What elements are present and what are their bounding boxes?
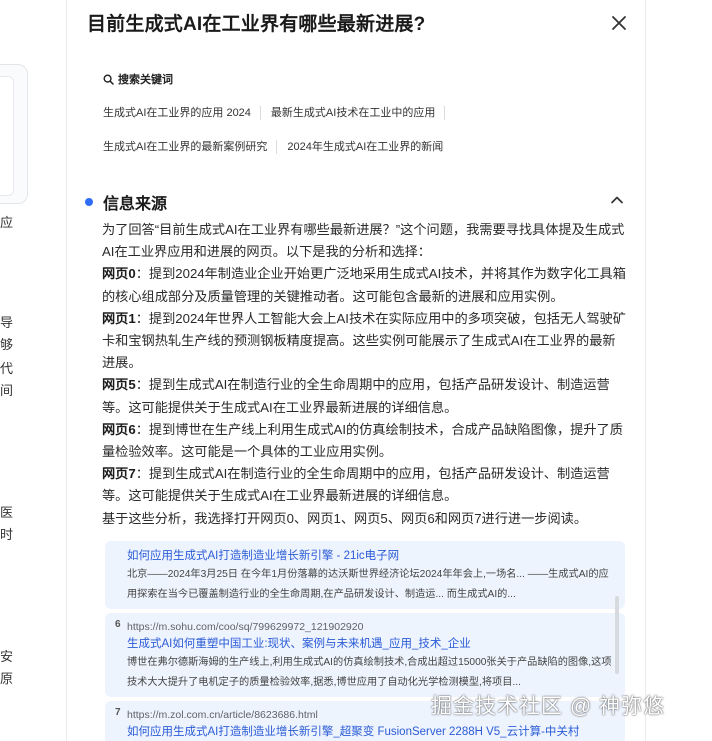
close-icon: [612, 16, 626, 30]
reference-title-link[interactable]: 如何应用生成式AI打造制造业增长新引擎 - 21ic电子网: [127, 547, 615, 565]
reference-card[interactable]: 如何应用生成式AI打造制造业增长新引擎 - 21ic电子网 北京——2024年3…: [105, 541, 625, 609]
analysis-item: 网页0：提到2024年制造业企业开始更广泛地采用生成式AI技术，并将其作为数字化…: [102, 263, 627, 307]
reference-scrollbar[interactable]: [615, 596, 619, 674]
reference-url: https://m.sohu.com/coo/sq/799629972_1219…: [127, 621, 364, 633]
background-text-fragment: 够: [0, 337, 14, 352]
reference-panel: 目前生成式AI在工业界有哪些最新进展? 搜索关键词 生成式AI在工业界的应用 2…: [66, 0, 646, 741]
analysis-item: 网页7：提到生成式AI在制造行业的全生命周期中的应用，包括产品研发设计、制造运营…: [102, 463, 627, 507]
analysis-item: 网页6：提到博世在生产线上利用生成式AI的仿真绘制技术，合成产品缺陷图像，提升了…: [102, 419, 627, 463]
analysis-conclusion: 基于这些分析，我选择打开网页0、网页1、网页5、网页6和网页7进行进一步阅读。: [102, 510, 588, 526]
webpage-label: 网页1: [102, 310, 136, 326]
analysis-item-text: ：提到生成式AI在制造行业的全生命周期中的应用，包括产品研发设计、制造运营等。这…: [102, 466, 610, 504]
background-text-fragment: 导: [0, 315, 14, 330]
analysis-intro: 为了回答“目前生成式AI在工业界有哪些最新进展？”这个问题，我需要寻找具体提及生…: [102, 222, 625, 260]
background-text-fragment: 间: [0, 383, 14, 398]
background-text-fragment: 时: [0, 527, 14, 542]
background-text-fragment: 原: [0, 671, 14, 686]
source-section-title: 信息来源: [103, 196, 168, 213]
source-section-header: 信息来源: [85, 190, 167, 214]
search-keywords-header: 搜索关键词: [103, 71, 173, 87]
keyword-row: 生成式AI在工业界的应用 2024 最新生成式AI技术在工业中的应用: [103, 106, 455, 120]
section-bullet-dot: [85, 198, 93, 206]
keyword-chip[interactable]: 生成式AI在工业界的应用 2024: [103, 106, 261, 120]
analysis-item-text: ：提到博世在生产线上利用生成式AI的仿真绘制技术，合成产品缺陷图像，提升了质量检…: [102, 421, 623, 460]
collapse-button[interactable]: [609, 192, 625, 208]
chevron-up-icon: [611, 196, 623, 204]
search-icon: [103, 73, 114, 85]
panel-title: 目前生成式AI在工业界有哪些最新进展?: [87, 14, 426, 35]
background-text-fragment: 应: [0, 215, 14, 230]
webpage-label: 网页6: [102, 421, 136, 437]
analysis-item-text: ：提到生成式AI在制造行业的全生命周期中的应用，包括产品研发设计、制造运营等。这…: [102, 377, 610, 415]
search-keywords-heading: 搜索关键词: [118, 74, 173, 86]
webpage-label: 网页5: [102, 377, 136, 393]
background-right-panel: [646, 0, 712, 741]
keyword-chip[interactable]: 2024年生成式AI在工业界的新闻: [287, 140, 452, 154]
reference-number: 7: [115, 707, 121, 718]
keyword-chip[interactable]: 生成式AI在工业界的最新案例研究: [103, 140, 278, 154]
close-button[interactable]: [608, 12, 630, 34]
webpage-label: 网页7: [102, 466, 136, 482]
keyword-chip[interactable]: 最新生成式AI技术在工业中的应用: [271, 106, 446, 120]
keyword-row: 生成式AI在工业界的最新案例研究 2024年生成式AI在工业界的新闻: [103, 140, 462, 154]
watermark-text: 掘金技术社区 @ 神弥悠: [431, 695, 665, 718]
reference-snippet: 博世在弗尔德斯海姆的生产线上,利用生成式AI的仿真绘制技术,合成出超过15000…: [127, 657, 612, 688]
analysis-text: 为了回答“目前生成式AI在工业界有哪些最新进展？”这个问题，我需要寻找具体提及生…: [102, 219, 627, 530]
background-text-fragment: 安: [0, 649, 14, 664]
reference-number: 6: [115, 619, 121, 630]
reference-card[interactable]: 6 https://m.sohu.com/coo/sq/799629972_12…: [105, 613, 625, 697]
analysis-item: 网页5：提到生成式AI在制造行业的全生命周期中的应用，包括产品研发设计、制造运营…: [102, 374, 627, 418]
analysis-item-text: ：提到2024年世界人工智能大会上AI技术在实际应用中的多项突破，包括无人驾驶矿…: [102, 310, 626, 371]
reference-title-link[interactable]: 如何应用生成式AI打造制造业增长新引擎_超聚变 FusionServer 228…: [127, 723, 615, 741]
analysis-item: 网页1：提到2024年世界人工智能大会上AI技术在实际应用中的多项突破，包括无人…: [102, 308, 627, 375]
background-text-fragment: 代: [0, 361, 14, 376]
webpage-label: 网页0: [102, 266, 136, 282]
analysis-item-text: ：提到2024年制造业企业开始更广泛地采用生成式AI技术，并将其作为数字化工具箱…: [102, 266, 626, 304]
reference-snippet: 北京——2024年3月25日 在今年1月份落幕的达沃斯世界经济论坛2024年年会…: [127, 569, 609, 600]
search-keywords-box: 搜索关键词 生成式AI在工业界的应用 2024 最新生成式AI技术在工业中的应用…: [91, 58, 621, 166]
background-text-fragment: 医: [0, 505, 14, 520]
reference-title-link[interactable]: 生成式AI如何重塑中国工业:现状、案例与未来机遇_应用_技术_企业: [127, 635, 615, 653]
background-card-inner: [0, 76, 14, 196]
